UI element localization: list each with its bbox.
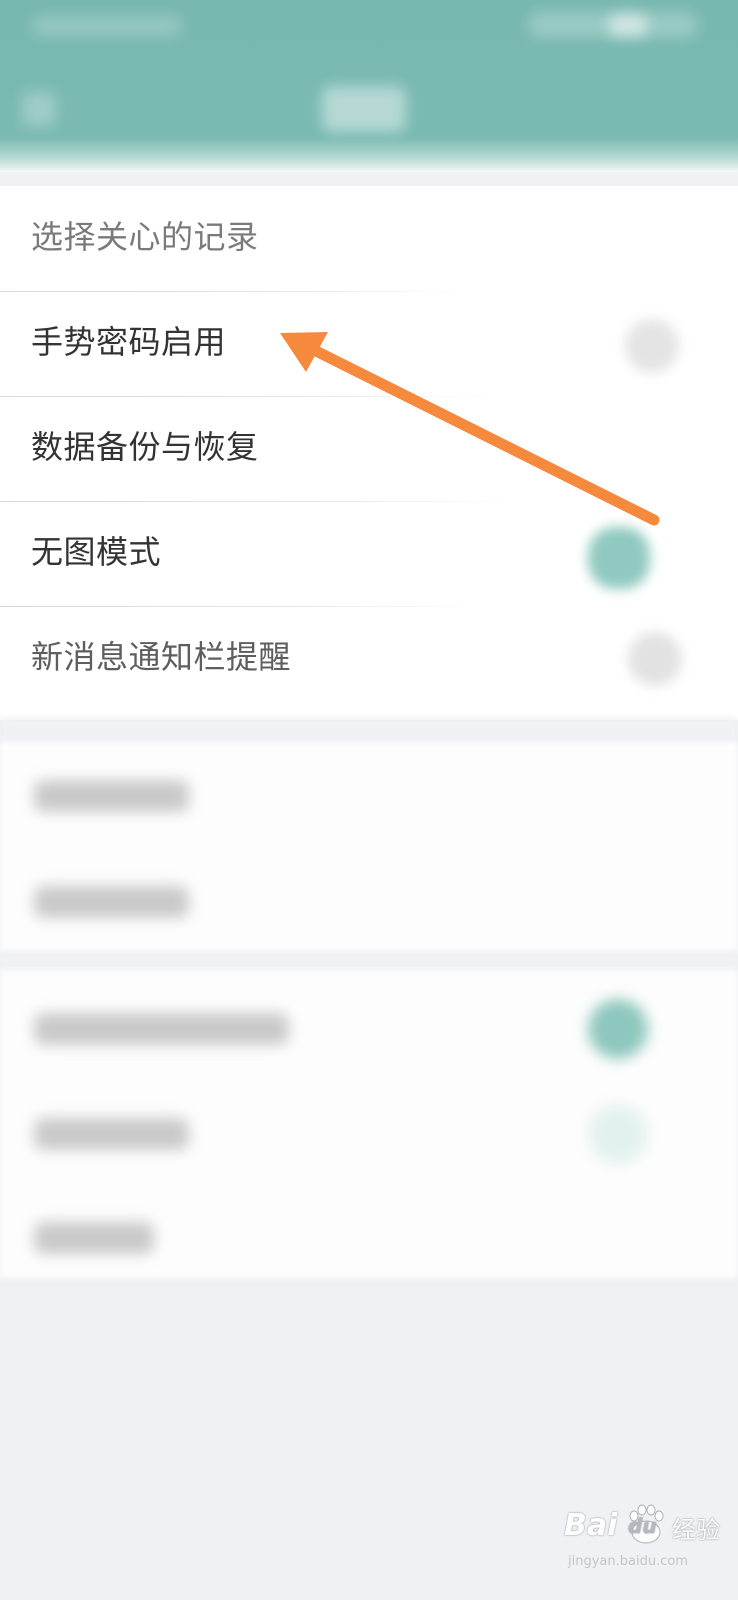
setting-label: 选择关心的记录: [31, 218, 259, 256]
baidu-jingyan-watermark: Bai du 经验 jingyan.baidu.com: [560, 1500, 730, 1590]
blurred-label: [34, 780, 189, 812]
gesture-password-toggle[interactable]: [625, 319, 679, 373]
app-header: [0, 0, 738, 172]
blurred-label: [34, 1118, 189, 1150]
status-bar-left: [32, 16, 182, 36]
blurred-toggle[interactable]: [588, 999, 648, 1059]
watermark-du: du: [628, 1514, 657, 1538]
page-title: [322, 86, 406, 132]
setting-label: 手势密码启用: [31, 323, 227, 361]
watermark-domain: jingyan.baidu.com: [568, 1554, 688, 1569]
watermark-chinese: 经验: [672, 1516, 720, 1544]
blurred-setting-row[interactable]: [0, 848, 738, 954]
battery-icon: [608, 14, 648, 36]
setting-label: 新消息通知栏提醒: [31, 638, 292, 676]
blurred-label: [34, 1013, 289, 1045]
blurred-setting-row[interactable]: [0, 975, 738, 1081]
blurred-setting-row[interactable]: [0, 742, 738, 848]
setting-row-data-backup[interactable]: 数据备份与恢复: [0, 396, 738, 502]
blurred-label: [34, 886, 189, 918]
settings-list: 选择关心的记录 手势密码启用 数据备份与恢复 无图模式 新消息通知栏提醒: [0, 186, 738, 720]
setting-label: 数据备份与恢复: [31, 428, 259, 466]
setting-row-gesture-password[interactable]: 手势密码启用: [0, 291, 738, 397]
blurred-setting-row[interactable]: [0, 1184, 738, 1290]
section-gap: [0, 952, 738, 972]
notification-toggle[interactable]: [628, 632, 682, 686]
back-arrow-icon[interactable]: [22, 92, 56, 126]
settings-screen: 选择关心的记录 手势密码启用 数据备份与恢复 无图模式 新消息通知栏提醒 Bai…: [0, 0, 738, 1600]
blurred-toggle[interactable]: [588, 1104, 648, 1164]
blurred-label: [34, 1222, 154, 1254]
setting-row-notification-reminder[interactable]: 新消息通知栏提醒: [0, 606, 738, 712]
no-image-mode-toggle[interactable]: [588, 527, 650, 589]
blurred-setting-row[interactable]: [0, 1080, 738, 1186]
watermark-brand: Bai: [564, 1508, 618, 1543]
setting-row-no-image-mode[interactable]: 无图模式: [0, 501, 738, 607]
section-gap: [0, 718, 738, 744]
setting-row-select-records[interactable]: 选择关心的记录: [0, 186, 738, 292]
setting-label: 无图模式: [31, 533, 162, 571]
